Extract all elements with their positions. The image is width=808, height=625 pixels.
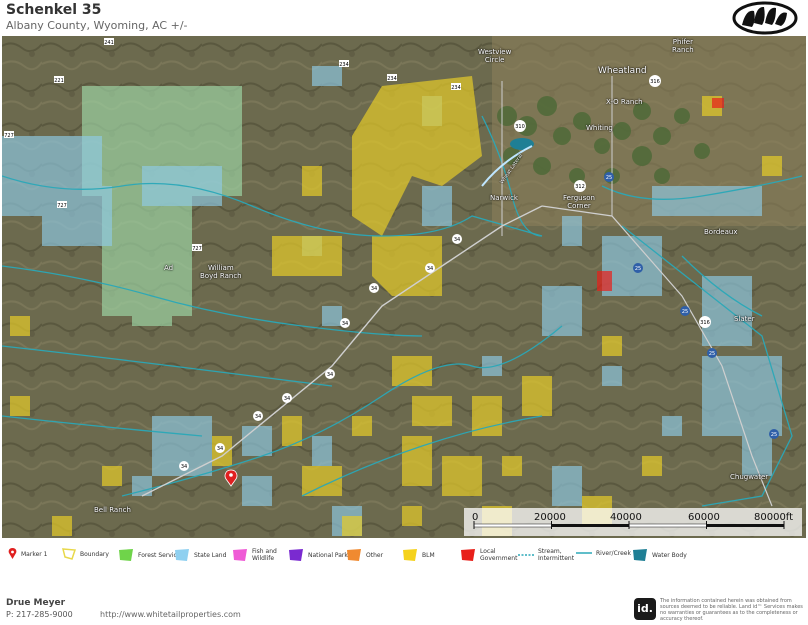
svg-text:25: 25 xyxy=(709,351,715,357)
place-label-ad: Ad xyxy=(164,264,174,272)
legend-item-national-park: National Park xyxy=(288,548,348,562)
svg-text:25: 25 xyxy=(606,175,612,181)
legend-item-fish-wildlife: Fish and Wildlife xyxy=(232,548,277,562)
map-canvas: 34 34 34 34 34 34 34 34 34 310 312 316 3… xyxy=(2,36,806,538)
svg-text:727: 727 xyxy=(192,246,202,252)
svg-text:34: 34 xyxy=(427,266,433,272)
legend-item-boundary: Boundary xyxy=(62,548,109,560)
polygon-icon xyxy=(175,549,189,561)
legend-item-other: Other xyxy=(346,548,383,562)
agent-name: Drue Meyer xyxy=(6,598,66,608)
svg-text:727: 727 xyxy=(4,133,14,139)
polygon-icon xyxy=(461,549,475,561)
legend-item-state-land: State Land xyxy=(174,548,226,562)
place-label-slater: Slater xyxy=(734,315,755,323)
website-link[interactable]: http://www.whitetailproperties.com xyxy=(100,610,241,619)
water-body xyxy=(510,138,534,150)
legend-item-river-creek: River/Creek xyxy=(576,548,631,558)
polygon-icon xyxy=(633,549,647,561)
place-label-westview: Westview Circle xyxy=(478,48,512,64)
svg-text:34: 34 xyxy=(371,286,377,292)
svg-text:234: 234 xyxy=(339,62,349,68)
scale-bar: 0 20000 40000 60000 80000ft xyxy=(464,508,802,536)
line-icon xyxy=(576,552,592,554)
svg-text:25: 25 xyxy=(771,432,777,438)
scale-label: 60000 xyxy=(688,512,720,523)
place-label-bordeaux: Bordeaux xyxy=(704,228,738,236)
svg-text:234: 234 xyxy=(387,76,397,82)
scale-label: 40000 xyxy=(610,512,642,523)
svg-text:316: 316 xyxy=(700,320,710,326)
svg-text:312: 312 xyxy=(575,184,585,190)
svg-text:310: 310 xyxy=(515,124,525,130)
scale-label: 0 xyxy=(472,512,479,523)
place-label-chugwater: Chugwater xyxy=(730,473,769,481)
agent-phone: P: 217-285-9000 xyxy=(6,610,73,619)
whitetail-logo-icon xyxy=(732,1,798,35)
legend-item-local-government: Local Government xyxy=(460,548,517,562)
svg-text:221: 221 xyxy=(54,78,64,84)
svg-text:241: 241 xyxy=(104,40,114,46)
local-government-parcel xyxy=(597,271,612,291)
legend: Marker 1 Boundary Forest Servic State La… xyxy=(0,542,808,576)
map-pin-icon xyxy=(8,548,17,559)
boundary-icon xyxy=(62,548,76,560)
svg-text:34: 34 xyxy=(255,414,261,420)
place-label-narwick: Narwick xyxy=(490,194,518,202)
disclaimer: The information contained herein was obt… xyxy=(660,598,803,622)
land-id-logo-icon: id. xyxy=(634,598,656,620)
polygon-icon xyxy=(403,549,417,561)
svg-text:25: 25 xyxy=(635,266,641,272)
place-label-whiting: Whiting xyxy=(586,124,613,132)
place-label-ferguson: Ferguson Corner xyxy=(563,194,595,210)
legend-item-marker: Marker 1 xyxy=(8,548,47,560)
svg-text:34: 34 xyxy=(284,396,290,402)
dashed-line-icon xyxy=(518,554,534,556)
legend-item-water-body: Water Body xyxy=(632,548,687,562)
svg-text:234: 234 xyxy=(451,85,461,91)
scale-label: 20000 xyxy=(534,512,566,523)
place-label-bell-ranch: Bell Ranch xyxy=(94,506,131,514)
polygon-icon xyxy=(233,549,247,561)
place-label-william-boyd: William Boyd Ranch xyxy=(200,264,242,280)
svg-text:316: 316 xyxy=(650,79,660,85)
map-view[interactable]: 34 34 34 34 34 34 34 34 34 310 312 316 3… xyxy=(2,36,806,538)
legend-item-stream-intermittent: Stream, Intermittent xyxy=(518,548,574,562)
svg-text:727: 727 xyxy=(57,203,67,209)
svg-text:34: 34 xyxy=(181,464,187,470)
page-subtitle: Albany County, Wyoming, AC +/- xyxy=(6,19,188,32)
polygon-icon xyxy=(119,549,133,561)
legend-item-blm: BLM xyxy=(402,548,435,562)
scale-label: 80000ft xyxy=(754,512,794,523)
place-label-wheatland: Wheatland xyxy=(598,66,647,76)
svg-text:34: 34 xyxy=(454,237,460,243)
page-title: Schenkel 35 xyxy=(6,2,102,18)
svg-text:34: 34 xyxy=(327,372,333,378)
svg-text:34: 34 xyxy=(342,321,348,327)
place-label-xo-ranch: X-O Ranch xyxy=(606,98,643,106)
legend-item-forest-service: Forest Servic xyxy=(118,548,177,562)
polygon-icon xyxy=(289,549,303,561)
svg-text:34: 34 xyxy=(217,446,223,452)
polygon-icon xyxy=(347,549,361,561)
place-label-phifer: Phifer Ranch xyxy=(672,38,694,54)
svg-text:25: 25 xyxy=(682,309,688,315)
header: Schenkel 35 Albany County, Wyoming, AC +… xyxy=(0,0,808,36)
